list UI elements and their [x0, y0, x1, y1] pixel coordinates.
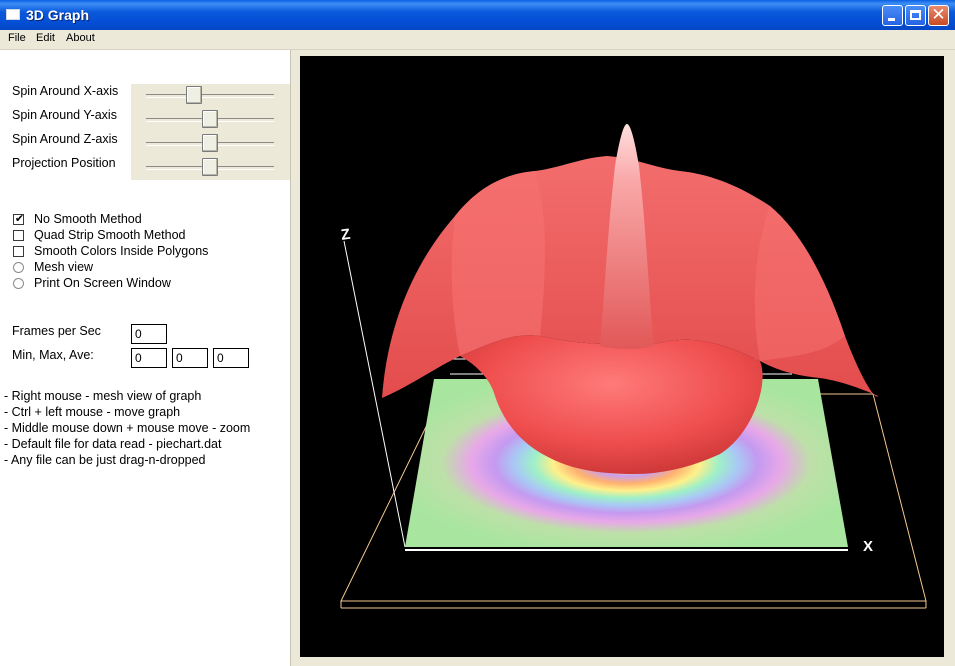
quad-strip-checkbox[interactable]	[13, 230, 24, 241]
axis-label-z: Z	[340, 226, 351, 244]
maximize-icon	[910, 10, 921, 20]
help-line: - Default file for data read - piechart.…	[4, 437, 222, 451]
help-line: - Ctrl + left mouse - move graph	[4, 405, 181, 419]
spin-z-slider[interactable]	[146, 134, 274, 152]
print-on-screen-label: Print On Screen Window	[34, 276, 171, 290]
menu-about[interactable]: About	[66, 32, 95, 44]
graph-viewport[interactable]: Z X	[300, 56, 944, 657]
control-panel: Spin Around X-axis Spin Around Y-axis Sp…	[0, 50, 291, 666]
maximize-button[interactable]	[905, 5, 926, 26]
spin-y-slider[interactable]	[146, 110, 274, 128]
quad-strip-label: Quad Strip Smooth Method	[34, 228, 186, 242]
graph-3d-canvas[interactable]: Z X	[300, 56, 944, 657]
help-line: - Right mouse - mesh view of graph	[4, 389, 202, 403]
slider-thumb[interactable]	[186, 86, 202, 104]
spin-x-slider[interactable]	[146, 86, 274, 104]
slider-label-projection: Projection Position	[12, 156, 116, 170]
mesh-view-radio[interactable]	[13, 262, 24, 273]
ave-field: 0	[213, 348, 249, 368]
surface-lobe-shade	[754, 206, 845, 361]
no-smooth-checkbox[interactable]: ✔	[13, 212, 25, 225]
smooth-colors-label: Smooth Colors Inside Polygons	[34, 244, 209, 258]
viewport-frame: Z X	[290, 50, 955, 666]
max-field: 0	[172, 348, 208, 368]
help-line: - Any file can be just drag-n-dropped	[4, 453, 206, 467]
close-button[interactable]: ✕	[928, 5, 949, 26]
minimize-button[interactable]	[882, 5, 903, 26]
minimize-icon	[888, 18, 895, 21]
no-smooth-label: No Smooth Method	[34, 212, 142, 226]
slider-thumb[interactable]	[202, 110, 218, 128]
slider-thumb[interactable]	[202, 158, 218, 176]
print-on-screen-radio[interactable]	[13, 278, 24, 289]
help-line: - Middle mouse down + mouse move - zoom	[4, 421, 251, 435]
slider-label-x: Spin Around X-axis	[12, 84, 119, 98]
menu-edit[interactable]: Edit	[36, 32, 55, 44]
app-icon	[6, 9, 20, 20]
fps-field: 0	[131, 324, 167, 344]
slider-label-y: Spin Around Y-axis	[12, 108, 117, 122]
slider-thumb[interactable]	[202, 134, 218, 152]
close-icon: ✕	[931, 5, 946, 25]
checkmark-icon: ✔	[14, 212, 25, 225]
surface-lobe-shade	[451, 171, 545, 356]
menu-bar: File Edit About	[0, 30, 955, 50]
title-bar[interactable]: 3D Graph ✕	[0, 0, 955, 30]
menu-file[interactable]: File	[8, 32, 26, 44]
slider-label-z: Spin Around Z-axis	[12, 132, 118, 146]
z-axis-line	[343, 240, 406, 548]
fps-label: Frames per Sec	[12, 324, 101, 338]
app-window: 3D Graph ✕ File Edit About Spin Around X…	[0, 0, 955, 666]
mesh-view-label: Mesh view	[34, 260, 94, 274]
min-field: 0	[131, 348, 167, 368]
smooth-colors-checkbox[interactable]	[13, 246, 24, 257]
min-max-ave-label: Min, Max, Ave:	[12, 348, 94, 362]
slider-track	[146, 94, 274, 98]
axis-label-x: X	[863, 538, 873, 555]
window-title: 3D Graph	[26, 7, 90, 23]
projection-slider[interactable]	[146, 158, 274, 176]
